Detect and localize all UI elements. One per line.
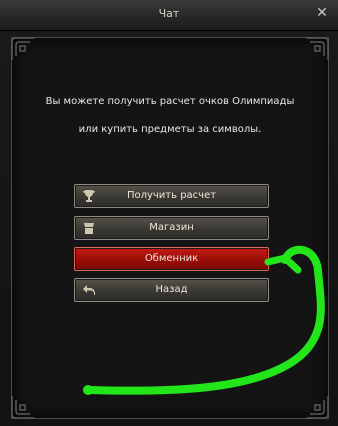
button-label: Получить расчет	[126, 190, 217, 201]
button-label: Магазин	[149, 222, 194, 233]
button-label: Обменник	[144, 253, 199, 264]
window-title: Чат	[158, 7, 180, 20]
title-bar[interactable]: Чат ✕	[0, 0, 338, 31]
corner-ornament-icon	[10, 36, 36, 62]
message-line-1: Вы можете получить расчет очков Олимпиад…	[45, 96, 295, 107]
message-line-2: или купить предметы за символы.	[78, 124, 262, 135]
corner-ornament-icon	[10, 394, 36, 420]
corner-ornament-icon	[304, 394, 330, 420]
corner-ornament-icon	[304, 36, 330, 62]
back-button[interactable]: Назад	[74, 278, 269, 302]
shop-button[interactable]: Магазин	[74, 216, 269, 240]
get-calculation-button[interactable]: Получить расчет	[74, 184, 269, 208]
exchanger-button[interactable]: Обменник	[74, 247, 269, 271]
dialog-panel: Вы можете получить расчет очков Олимпиад…	[11, 37, 329, 419]
button-label: Назад	[155, 284, 188, 295]
chat-window: Чат ✕ Вы можете получить расчет очков Ол…	[0, 0, 338, 426]
close-icon[interactable]: ✕	[315, 6, 329, 20]
